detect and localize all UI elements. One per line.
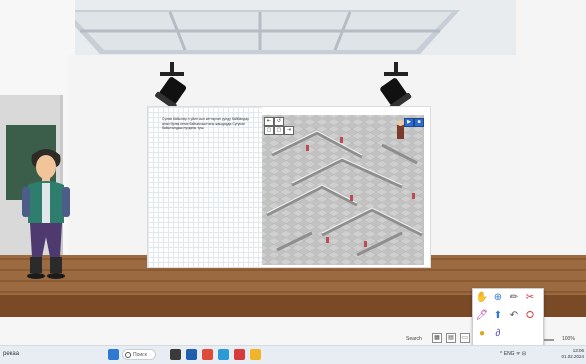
search-icon (125, 352, 131, 358)
layout-button[interactable]: ▤ (446, 333, 456, 343)
instruction-panel: Сүлөө баб​ылөр н​ үй​ин сы​л ке​ттө​ргөн… (148, 107, 262, 267)
zoom-value: 100% (562, 336, 575, 342)
target-tool-icon[interactable]: ⊕ (491, 291, 505, 305)
maze-step-back-button[interactable]: ⇤ (264, 117, 274, 126)
right-spotlight-icon (380, 62, 412, 111)
mail-icon[interactable] (218, 349, 229, 360)
taskbar-left-label: рекаа (3, 351, 20, 357)
maze-step-forward-button[interactable]: ⇥ (284, 126, 294, 135)
arrow-up-tool-icon[interactable]: ⬆ (491, 309, 505, 323)
maze-reset-button[interactable]: ↺ (274, 117, 284, 126)
windows-taskbar: рекаа Поиск ^ ENG ᯤ ⊟ 13:06 01.02.2024 (0, 345, 586, 364)
start-button-icon[interactable] (108, 349, 119, 360)
hand-tool-icon[interactable]: ✋ (475, 291, 489, 305)
dot-tool-icon[interactable]: ● (475, 327, 489, 341)
symbol-tool-icon[interactable]: ∂ (491, 327, 505, 341)
slide-button[interactable]: ▭ (460, 333, 470, 343)
clock-date: 01.02.2024 (561, 354, 584, 359)
app-icon[interactable] (186, 349, 197, 360)
stop-tool-icon[interactable]: ⭘ (523, 309, 537, 323)
maze-stop-button[interactable]: ■ (414, 118, 424, 127)
task-view-icon[interactable] (170, 349, 181, 360)
maze-play-button[interactable]: ▶ (404, 118, 414, 127)
maze-game[interactable]: ⇤ ↺ ▢ ▢ ⇥ ▶ ■ (262, 115, 424, 265)
ceiling-skylight (60, 10, 460, 54)
undo-tool-icon[interactable]: ↶ (507, 309, 521, 323)
maze-map (262, 115, 424, 265)
presentation-board: Сүлөө баб​ылөр н​ үй​ин сы​л ке​ттө​ргөн… (148, 107, 430, 267)
system-tray[interactable]: ^ ENG ᯤ ⊟ (500, 351, 526, 357)
maze-option-button[interactable]: ▢ (274, 126, 284, 135)
grid-view-button[interactable]: ▦ (432, 333, 442, 343)
scissors-tool-icon[interactable]: ✂ (523, 291, 537, 305)
search-button[interactable]: Search (406, 336, 422, 342)
maze-option-button[interactable]: ▢ (264, 126, 274, 135)
left-spotlight-icon (155, 62, 187, 109)
clock[interactable]: 13:06 01.02.2024 (560, 348, 584, 360)
tools-palette[interactable]: ✋ ⊕ ✏ ✂ 🖊 ⬆ ↶ ⭘ ● ∂ (472, 288, 544, 346)
pen-tool-icon[interactable]: 🖊 (475, 309, 489, 323)
pencil-tool-icon[interactable]: ✏ (507, 291, 521, 305)
media-icon[interactable] (234, 349, 245, 360)
folder-icon[interactable] (250, 349, 261, 360)
instruction-text: Сүлөө баб​ылөр н​ үй​ин сы​л ке​ттө​ргөн… (162, 117, 249, 131)
browser-icon[interactable] (202, 349, 213, 360)
teacher-character (22, 149, 70, 279)
